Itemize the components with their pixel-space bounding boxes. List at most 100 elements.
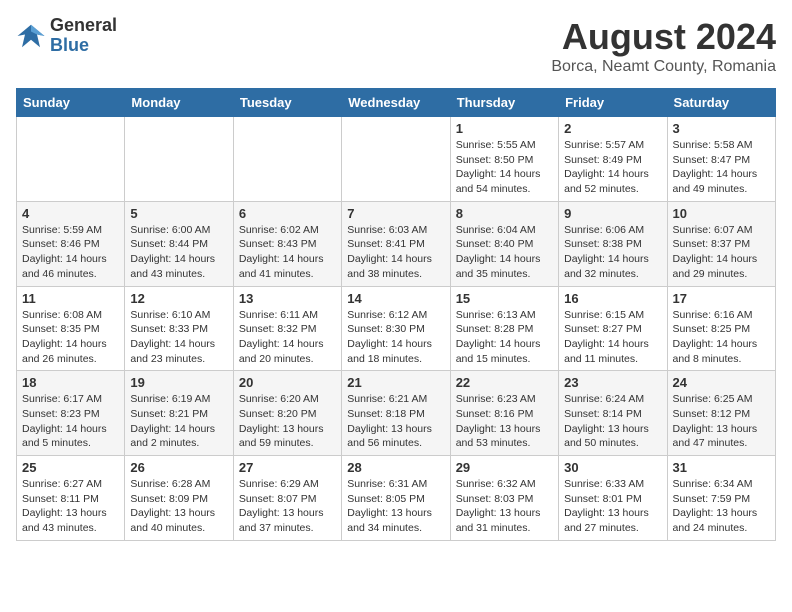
day-info: Sunrise: 6:06 AM Sunset: 8:38 PM Dayligh… (564, 223, 661, 282)
column-header-thursday: Thursday (450, 89, 558, 117)
day-number: 25 (22, 460, 119, 475)
day-cell: 12 Sunrise: 6:10 AM Sunset: 8:33 PM Dayli… (125, 286, 233, 371)
day-number: 11 (22, 291, 119, 306)
title-section: August 2024 Borca, Neamt County, Romania (551, 16, 776, 76)
day-info: Sunrise: 6:24 AM Sunset: 8:14 PM Dayligh… (564, 392, 661, 451)
day-cell: 18 Sunrise: 6:17 AM Sunset: 8:23 PM Dayli… (17, 371, 125, 456)
day-info: Sunrise: 6:08 AM Sunset: 8:35 PM Dayligh… (22, 308, 119, 367)
day-info: Sunrise: 6:17 AM Sunset: 8:23 PM Dayligh… (22, 392, 119, 451)
day-number: 24 (673, 375, 770, 390)
day-number: 19 (130, 375, 227, 390)
day-number: 10 (673, 206, 770, 221)
day-cell: 19 Sunrise: 6:19 AM Sunset: 8:21 PM Dayli… (125, 371, 233, 456)
day-cell: 11 Sunrise: 6:08 AM Sunset: 8:35 PM Dayli… (17, 286, 125, 371)
day-info: Sunrise: 6:07 AM Sunset: 8:37 PM Dayligh… (673, 223, 770, 282)
day-number: 3 (673, 121, 770, 136)
day-number: 23 (564, 375, 661, 390)
day-cell: 26Sunrise: 6:28 AM Sunset: 8:09 PM Dayli… (125, 456, 233, 541)
day-cell: 20 Sunrise: 6:20 AM Sunset: 8:20 PM Dayli… (233, 371, 341, 456)
day-number: 18 (22, 375, 119, 390)
day-info: Sunrise: 5:59 AM Sunset: 8:46 PM Dayligh… (22, 223, 119, 282)
day-info: Sunrise: 6:31 AM Sunset: 8:05 PM Dayligh… (347, 477, 444, 536)
logo-general: General (50, 16, 117, 36)
day-cell: 9 Sunrise: 6:06 AM Sunset: 8:38 PM Daylig… (559, 201, 667, 286)
day-cell: 5Sunrise: 6:00 AM Sunset: 8:44 PM Daylig… (125, 201, 233, 286)
day-cell (233, 117, 341, 202)
day-number: 12 (130, 291, 227, 306)
column-header-wednesday: Wednesday (342, 89, 450, 117)
calendar-table: SundayMondayTuesdayWednesdayThursdayFrid… (16, 88, 776, 541)
day-info: Sunrise: 6:10 AM Sunset: 8:33 PM Dayligh… (130, 308, 227, 367)
week-row-2: 4 Sunrise: 5:59 AM Sunset: 8:46 PM Daylig… (17, 201, 776, 286)
week-row-4: 18 Sunrise: 6:17 AM Sunset: 8:23 PM Dayli… (17, 371, 776, 456)
day-info: Sunrise: 6:15 AM Sunset: 8:27 PM Dayligh… (564, 308, 661, 367)
day-cell: 17Sunrise: 6:16 AM Sunset: 8:25 PM Dayli… (667, 286, 775, 371)
day-number: 30 (564, 460, 661, 475)
week-row-5: 25Sunrise: 6:27 AM Sunset: 8:11 PM Dayli… (17, 456, 776, 541)
day-number: 4 (22, 206, 119, 221)
day-cell: 2 Sunrise: 5:57 AM Sunset: 8:49 PM Daylig… (559, 117, 667, 202)
day-info: Sunrise: 6:19 AM Sunset: 8:21 PM Dayligh… (130, 392, 227, 451)
logo: General Blue (16, 16, 117, 56)
day-info: Sunrise: 6:21 AM Sunset: 8:18 PM Dayligh… (347, 392, 444, 451)
day-cell: 22 Sunrise: 6:23 AM Sunset: 8:16 PM Dayli… (450, 371, 558, 456)
day-info: Sunrise: 6:11 AM Sunset: 8:32 PM Dayligh… (239, 308, 336, 367)
column-header-tuesday: Tuesday (233, 89, 341, 117)
day-info: Sunrise: 6:34 AM Sunset: 7:59 PM Dayligh… (673, 477, 770, 536)
day-number: 21 (347, 375, 444, 390)
day-cell (342, 117, 450, 202)
day-info: Sunrise: 6:20 AM Sunset: 8:20 PM Dayligh… (239, 392, 336, 451)
day-cell: 30 Sunrise: 6:33 AM Sunset: 8:01 PM Dayli… (559, 456, 667, 541)
day-number: 16 (564, 291, 661, 306)
day-number: 27 (239, 460, 336, 475)
day-cell: 29Sunrise: 6:32 AM Sunset: 8:03 PM Dayli… (450, 456, 558, 541)
day-info: Sunrise: 6:12 AM Sunset: 8:30 PM Dayligh… (347, 308, 444, 367)
day-number: 9 (564, 206, 661, 221)
day-info: Sunrise: 6:02 AM Sunset: 8:43 PM Dayligh… (239, 223, 336, 282)
column-header-friday: Friday (559, 89, 667, 117)
day-number: 22 (456, 375, 553, 390)
day-info: Sunrise: 5:58 AM Sunset: 8:47 PM Dayligh… (673, 138, 770, 197)
day-number: 15 (456, 291, 553, 306)
day-number: 20 (239, 375, 336, 390)
week-row-1: 1Sunrise: 5:55 AM Sunset: 8:50 PM Daylig… (17, 117, 776, 202)
column-header-saturday: Saturday (667, 89, 775, 117)
day-number: 8 (456, 206, 553, 221)
day-cell: 16 Sunrise: 6:15 AM Sunset: 8:27 PM Dayli… (559, 286, 667, 371)
day-info: Sunrise: 5:57 AM Sunset: 8:49 PM Dayligh… (564, 138, 661, 197)
day-cell: 6 Sunrise: 6:02 AM Sunset: 8:43 PM Daylig… (233, 201, 341, 286)
day-info: Sunrise: 6:28 AM Sunset: 8:09 PM Dayligh… (130, 477, 227, 536)
header-row: SundayMondayTuesdayWednesdayThursdayFrid… (17, 89, 776, 117)
day-cell: 28Sunrise: 6:31 AM Sunset: 8:05 PM Dayli… (342, 456, 450, 541)
day-info: Sunrise: 6:29 AM Sunset: 8:07 PM Dayligh… (239, 477, 336, 536)
day-info: Sunrise: 6:13 AM Sunset: 8:28 PM Dayligh… (456, 308, 553, 367)
day-info: Sunrise: 5:55 AM Sunset: 8:50 PM Dayligh… (456, 138, 553, 197)
day-cell: 1Sunrise: 5:55 AM Sunset: 8:50 PM Daylig… (450, 117, 558, 202)
main-title: August 2024 (551, 16, 776, 58)
day-info: Sunrise: 6:04 AM Sunset: 8:40 PM Dayligh… (456, 223, 553, 282)
day-cell: 14Sunrise: 6:12 AM Sunset: 8:30 PM Dayli… (342, 286, 450, 371)
day-cell: 25Sunrise: 6:27 AM Sunset: 8:11 PM Dayli… (17, 456, 125, 541)
day-cell: 4 Sunrise: 5:59 AM Sunset: 8:46 PM Daylig… (17, 201, 125, 286)
day-number: 31 (673, 460, 770, 475)
day-info: Sunrise: 6:03 AM Sunset: 8:41 PM Dayligh… (347, 223, 444, 282)
day-cell: 8 Sunrise: 6:04 AM Sunset: 8:40 PM Daylig… (450, 201, 558, 286)
day-cell: 3 Sunrise: 5:58 AM Sunset: 8:47 PM Daylig… (667, 117, 775, 202)
day-number: 13 (239, 291, 336, 306)
logo-text: General Blue (50, 16, 117, 56)
day-number: 7 (347, 206, 444, 221)
day-info: Sunrise: 6:16 AM Sunset: 8:25 PM Dayligh… (673, 308, 770, 367)
day-number: 6 (239, 206, 336, 221)
day-info: Sunrise: 6:33 AM Sunset: 8:01 PM Dayligh… (564, 477, 661, 536)
subtitle: Borca, Neamt County, Romania (551, 58, 776, 76)
day-cell: 21 Sunrise: 6:21 AM Sunset: 8:18 PM Dayli… (342, 371, 450, 456)
day-cell: 24Sunrise: 6:25 AM Sunset: 8:12 PM Dayli… (667, 371, 775, 456)
day-cell: 10 Sunrise: 6:07 AM Sunset: 8:37 PM Dayli… (667, 201, 775, 286)
week-row-3: 11 Sunrise: 6:08 AM Sunset: 8:35 PM Dayli… (17, 286, 776, 371)
day-info: Sunrise: 6:23 AM Sunset: 8:16 PM Dayligh… (456, 392, 553, 451)
day-cell: 15 Sunrise: 6:13 AM Sunset: 8:28 PM Dayli… (450, 286, 558, 371)
day-cell: 13 Sunrise: 6:11 AM Sunset: 8:32 PM Dayli… (233, 286, 341, 371)
day-number: 2 (564, 121, 661, 136)
page-header: General Blue August 2024 Borca, Neamt Co… (16, 16, 776, 76)
day-cell (17, 117, 125, 202)
